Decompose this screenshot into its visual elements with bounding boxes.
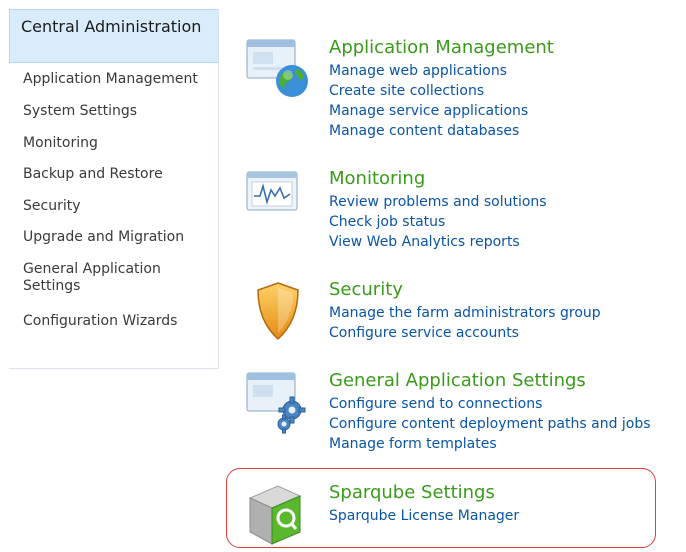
link-view-web-analytics-reports[interactable]: View Web Analytics reports [329, 234, 520, 251]
nav-item-upgrade-migration[interactable]: Upgrade and Migration [23, 229, 184, 246]
section-title-application-management[interactable]: Application Management [329, 37, 554, 58]
nav-item-backup-restore[interactable]: Backup and Restore [23, 166, 163, 183]
nav-item-security[interactable]: Security [23, 198, 81, 215]
link-manage-content-databases[interactable]: Manage content databases [329, 123, 519, 140]
link-configure-service-accounts[interactable]: Configure service accounts [329, 325, 519, 342]
monitoring-icon[interactable] [244, 168, 316, 234]
link-manage-service-applications[interactable]: Manage service applications [329, 103, 528, 120]
application-management-icon[interactable] [244, 37, 316, 103]
nav-header-central-administration[interactable]: Central Administration [9, 9, 218, 63]
left-navigation: Central Administration Application Manag… [9, 9, 219, 369]
link-configure-content-deployment[interactable]: Configure content deployment paths and j… [329, 416, 651, 433]
link-review-problems-solutions[interactable]: Review problems and solutions [329, 194, 547, 211]
security-shield-icon[interactable] [244, 279, 316, 345]
link-create-site-collections[interactable]: Create site collections [329, 83, 484, 100]
general-settings-icon[interactable] [244, 370, 316, 436]
nav-item-general-application-settings[interactable]: General Application Settings [23, 261, 203, 295]
section-title-sparqube-settings[interactable]: Sparqube Settings [329, 482, 495, 503]
section-title-security[interactable]: Security [329, 279, 403, 300]
nav-item-system-settings[interactable]: System Settings [23, 103, 137, 120]
section-title-general-application-settings[interactable]: General Application Settings [329, 370, 586, 391]
link-configure-send-to-connections[interactable]: Configure send to connections [329, 396, 542, 413]
link-sparqube-license-manager[interactable]: Sparqube License Manager [329, 508, 519, 525]
section-title-monitoring[interactable]: Monitoring [329, 168, 425, 189]
sparqube-icon[interactable] [244, 482, 316, 548]
nav-item-monitoring[interactable]: Monitoring [23, 135, 98, 152]
nav-item-configuration-wizards[interactable]: Configuration Wizards [23, 313, 177, 330]
nav-item-application-management[interactable]: Application Management [23, 71, 198, 88]
link-manage-form-templates[interactable]: Manage form templates [329, 436, 497, 453]
link-manage-web-applications[interactable]: Manage web applications [329, 63, 507, 80]
link-manage-farm-administrators-group[interactable]: Manage the farm administrators group [329, 305, 601, 322]
link-check-job-status[interactable]: Check job status [329, 214, 445, 231]
